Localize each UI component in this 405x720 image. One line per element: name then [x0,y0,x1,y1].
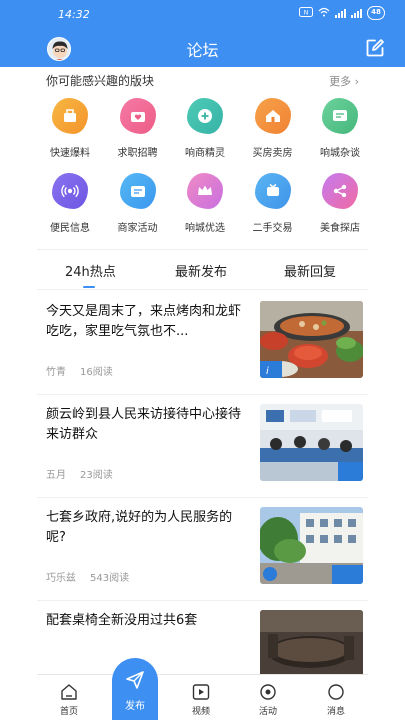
post-item[interactable]: 今天又是周末了，来点烤肉和龙虾吃吃，家里吃气氛也不... 竹青 16阅读 i [37,292,368,395]
category-job-recruitment[interactable]: 求职招聘 [108,98,168,173]
category-label: 便民信息 [50,223,90,234]
nav-message[interactable]: 消息 [316,683,356,717]
more-label: 更多 [329,75,352,88]
post-feed: 今天又是周末了，来点烤肉和龙虾吃吃，家里吃气氛也不... 竹青 16阅读 i 颜… [37,292,368,704]
post-thumbnail: i [260,301,363,378]
nav-activity-label: 活动 [258,707,277,717]
post-meta: 巧乐兹 543阅读 [46,569,129,584]
category-label: 响商精灵 [185,148,225,159]
category-quick-report[interactable]: 快速爆料 [40,98,100,173]
category-public-info[interactable]: 便民信息 [40,173,100,248]
compose-button[interactable] [365,38,385,58]
section-title: 你可能感兴趣的版块 [46,74,155,88]
tab-active-indicator [83,286,95,288]
post-reads: 543阅读 [90,573,130,584]
house-icon [254,98,291,134]
category-label: 商家活动 [117,223,158,234]
category-real-estate[interactable]: 买房卖房 [243,98,303,173]
category-row: 便民信息 商家活动 响城优选 二手交易 美食探店 [40,173,370,248]
svg-text:i: i [266,366,269,377]
nav-message-label: 消息 [326,707,345,717]
post-title: 颜云岭到县人民来访接待中心接待来访群众 [46,407,242,442]
tab-latest-replies[interactable]: 最新回复 [284,261,336,280]
nav-video[interactable]: 视频 [181,683,221,717]
category-label: 求职招聘 [117,148,158,159]
category-second-hand[interactable]: 二手交易 [243,173,303,248]
post-thumbnail [260,404,363,481]
category-label: 二手交易 [252,223,293,234]
nfc-icon: N [299,7,313,19]
divider [37,249,368,250]
post-title: 今天又是周末了，来点烤肉和龙虾吃吃，家里吃气氛也不... [46,304,242,339]
category-label: 美食探店 [320,223,360,234]
chevron-right-icon: › [354,75,359,88]
post-author: 巧乐兹 [46,573,76,584]
header-bar: 14:32 N 48 论坛 [0,0,405,67]
chat-screen-icon [322,98,358,134]
post-meta: 五月 23阅读 [46,466,113,481]
post-meta: 竹青 16阅读 [46,363,113,378]
nav-activity[interactable]: 活动 [248,683,288,717]
category-food-explore[interactable]: 美食探店 [310,173,370,248]
interest-section-header: 你可能感兴趣的版块 更多 › [46,70,359,90]
post-item[interactable]: 颜云岭到县人民来访接待中心接待来访群众 五月 23阅读 [37,395,368,498]
nav-publish-label: 发布 [125,701,145,712]
signal-icon [335,8,346,18]
category-label: 响城优选 [185,223,225,234]
status-icons: N 48 [299,6,385,20]
feed-tabs: 24h热点 最新发布 最新回复 [37,258,368,288]
briefcase-heart-icon [119,98,156,134]
status-time: 14:32 [58,8,90,21]
signal-icon-2 [351,8,362,18]
svg-text:N: N [304,10,309,17]
wifi-icon [318,7,330,19]
calendar-icon [119,173,156,209]
category-city-chat[interactable]: 响城杂谈 [310,98,370,173]
page-title: 论坛 [186,41,219,60]
nav-video-label: 视频 [191,707,210,717]
target-icon [260,684,276,700]
post-reads: 16阅读 [80,367,113,378]
category-row: 快速爆料 求职招聘 响商精灵 买房卖房 响城杂谈 [40,98,370,173]
plus-circle-icon [187,98,223,134]
home-icon [61,684,77,700]
edit-icon [366,39,384,57]
category-merchant-events[interactable]: 商家活动 [108,173,168,248]
megaphone-box-icon [52,98,88,134]
more-link[interactable]: 更多 › [329,73,359,89]
exchange-icon [254,173,291,209]
broadcast-icon [52,173,88,209]
app-screen: 14:32 N 48 论坛 你可能感兴趣的版块 更多 › 快速爆料 求职招聘 响… [0,0,405,720]
crown-icon [187,173,223,209]
post-item[interactable]: 七套乡政府,说好的为人民服务的呢? 巧乐兹 543阅读 [37,498,368,601]
post-author: 竹青 [46,367,66,378]
play-icon [192,684,210,700]
tab-latest-posts[interactable]: 最新发布 [175,261,227,280]
category-label: 响城杂谈 [320,148,360,159]
post-reads: 23阅读 [80,470,113,481]
post-author: 五月 [46,470,66,481]
divider [37,289,368,290]
category-city-picks[interactable]: 响城优选 [175,173,235,248]
post-title: 七套乡政府,说好的为人民服务的呢? [46,510,233,545]
battery-indicator: 48 [367,6,385,20]
category-label: 快速爆料 [50,148,90,159]
nav-home[interactable]: 首页 [49,683,89,717]
tab-hot-24h[interactable]: 24h热点 [65,261,116,280]
status-bar: 14:32 N 48 [0,0,405,26]
post-thumbnail [260,507,363,584]
bottom-navigation: 首页 发布 视频 活动 消息 [37,658,368,720]
category-label: 买房卖房 [252,148,293,159]
share-icon [322,173,358,209]
send-icon [126,671,144,689]
category-grid: 快速爆料 求职招聘 响商精灵 买房卖房 响城杂谈 便民信息 商家活动 响城优选 二手交易 美食探… [40,98,370,248]
nav-home-label: 首页 [59,707,78,717]
category-merchant-elf[interactable]: 响商精灵 [175,98,235,173]
publish-button[interactable]: 发布 [112,658,158,720]
post-title: 配套桌椅全新没用过共6套 [46,613,198,628]
message-icon [328,684,344,700]
